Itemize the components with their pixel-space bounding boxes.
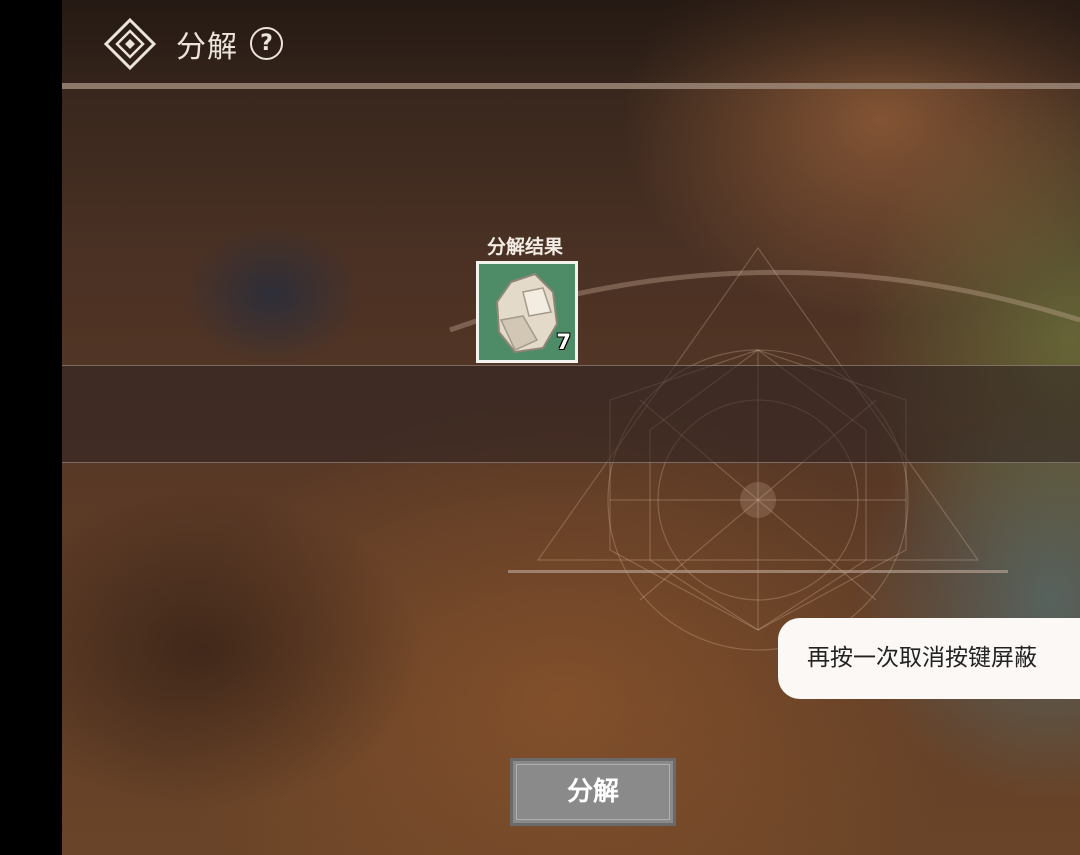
decompose-button[interactable]: 分解	[510, 758, 676, 826]
left-black-bar	[0, 0, 62, 855]
top-divider	[62, 83, 1080, 89]
result-label: 分解结果	[486, 236, 563, 258]
page-title: 分解	[176, 30, 238, 65]
item-count: 7	[556, 330, 571, 354]
stone-ore-icon	[495, 272, 559, 354]
result-item-slot[interactable]: 7	[476, 261, 578, 363]
selection-band	[62, 365, 1080, 463]
question-mark-icon[interactable]: ?	[250, 27, 283, 60]
diamond-menu-icon[interactable]	[103, 17, 157, 71]
divider-line	[508, 570, 1008, 573]
toast-message: 再按一次取消按键屏蔽	[778, 618, 1080, 699]
